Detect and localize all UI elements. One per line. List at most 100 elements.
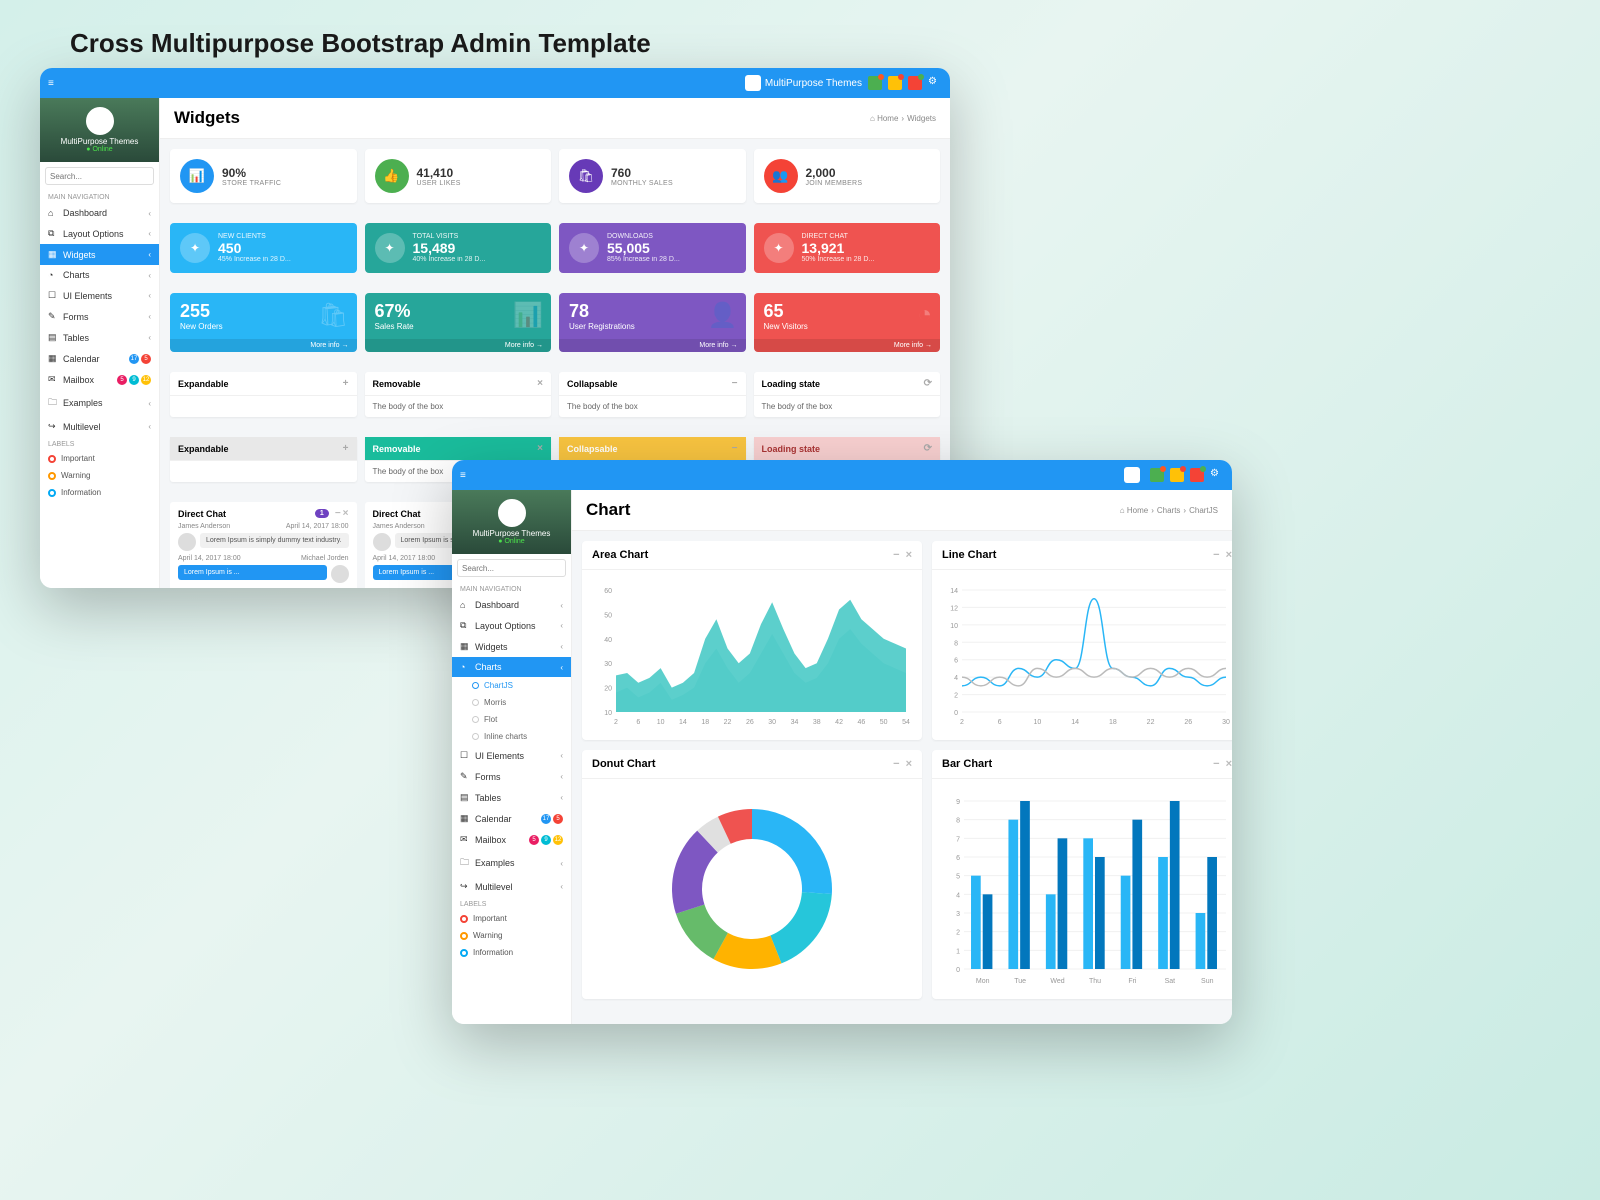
chat-date: April 14, 2017 18:00 bbox=[178, 555, 241, 562]
label-warning[interactable]: Warning bbox=[452, 927, 571, 944]
small-box: 67%Sales Rate📊More info → bbox=[365, 293, 552, 352]
sidebar-item-examples[interactable]: 🗀Examples‹ bbox=[40, 390, 159, 416]
close-icon[interactable]: × bbox=[906, 758, 912, 770]
sidebar-sub-inline charts[interactable]: Inline charts bbox=[452, 728, 571, 745]
close-icon[interactable]: × bbox=[906, 549, 912, 561]
nav-icon: ☐ bbox=[48, 290, 58, 301]
nav-icon: ✉ bbox=[48, 374, 58, 385]
more-info-link[interactable]: More info → bbox=[754, 339, 941, 352]
ring-icon bbox=[460, 932, 468, 940]
box-action-icon[interactable]: + bbox=[343, 378, 349, 389]
box-action-icon[interactable]: ⟳ bbox=[924, 378, 932, 389]
sidebar-item-charts[interactable]: ◔Charts‹ bbox=[452, 657, 571, 677]
sidebar-item-widgets[interactable]: ▦Widgets‹ bbox=[40, 244, 159, 265]
sidebar-item-ui-elements[interactable]: ☐UI Elements‹ bbox=[452, 745, 571, 766]
collapse-icon[interactable]: − bbox=[335, 508, 341, 519]
sidebar-item-charts[interactable]: ◔Charts‹ bbox=[40, 265, 159, 285]
info-title: DOWNLOADS bbox=[607, 233, 680, 240]
box-action-icon[interactable]: × bbox=[537, 443, 543, 454]
box-action-icon[interactable]: + bbox=[343, 443, 349, 454]
collapse-icon[interactable]: − bbox=[1213, 758, 1219, 770]
sidebar-item-mailbox[interactable]: ✉Mailbox5912 bbox=[452, 829, 571, 850]
collapse-icon[interactable]: − bbox=[893, 758, 899, 770]
user-avatar[interactable] bbox=[498, 499, 526, 527]
more-info-link[interactable]: More info → bbox=[170, 339, 357, 352]
sidebar-item-forms[interactable]: ✎Forms‹ bbox=[40, 306, 159, 327]
nav-icon: 🗀 bbox=[48, 395, 58, 411]
label-information[interactable]: Information bbox=[40, 484, 159, 501]
more-info-link[interactable]: More info → bbox=[559, 339, 746, 352]
mail-icon[interactable] bbox=[868, 76, 882, 90]
label-important[interactable]: Important bbox=[452, 910, 571, 927]
sidebar-item-tables[interactable]: ▤Tables‹ bbox=[40, 327, 159, 348]
sidebar-sub-chartjs[interactable]: ChartJS bbox=[452, 677, 571, 694]
sidebar-item-mailbox[interactable]: ✉Mailbox5912 bbox=[40, 369, 159, 390]
avatar[interactable] bbox=[745, 75, 761, 91]
label-warning[interactable]: Warning bbox=[40, 467, 159, 484]
sidebar-sub-morris[interactable]: Morris bbox=[452, 694, 571, 711]
sidebar-item-tables[interactable]: ▤Tables‹ bbox=[452, 787, 571, 808]
sidebar-item-multilevel[interactable]: ↪Multilevel‹ bbox=[40, 416, 159, 437]
box-title: Removable bbox=[373, 379, 421, 389]
svg-text:50: 50 bbox=[880, 719, 888, 726]
svg-text:38: 38 bbox=[813, 719, 821, 726]
box-title: Loading state bbox=[762, 444, 821, 454]
sidebar-item-multilevel[interactable]: ↪Multilevel‹ bbox=[452, 876, 571, 897]
sidebar-item-examples[interactable]: 🗀Examples‹ bbox=[452, 850, 571, 876]
svg-text:20: 20 bbox=[604, 686, 612, 693]
sidebar-item-layout-options[interactable]: ⧉Layout Options‹ bbox=[40, 223, 159, 244]
info-card: ✦DIRECT CHAT13,92150% Increase in 28 D..… bbox=[754, 223, 941, 273]
stat-icon: 📊 bbox=[180, 159, 214, 193]
nav-icon: ▦ bbox=[460, 813, 470, 824]
hamburger-icon[interactable]: ≡ bbox=[48, 78, 62, 89]
svg-text:4: 4 bbox=[954, 675, 958, 682]
box-body: The body of the box bbox=[754, 396, 941, 417]
sidebar-item-calendar[interactable]: ▦Calendar175 bbox=[452, 808, 571, 829]
label-information[interactable]: Information bbox=[452, 944, 571, 961]
more-info-link[interactable]: More info → bbox=[365, 339, 552, 352]
sidebar-item-forms[interactable]: ✎Forms‹ bbox=[452, 766, 571, 787]
sidebar-item-widgets[interactable]: ▦Widgets‹ bbox=[452, 636, 571, 657]
labels-header: LABELS bbox=[40, 437, 159, 450]
nav-label: Mailbox bbox=[475, 835, 506, 845]
gear-icon[interactable]: ⚙ bbox=[928, 76, 942, 90]
sidebar-item-dashboard[interactable]: ⌂Dashboard‹ bbox=[452, 595, 571, 615]
nav-icon: ⧉ bbox=[460, 620, 470, 631]
avatar[interactable] bbox=[1124, 467, 1140, 483]
hamburger-icon[interactable]: ≡ bbox=[460, 470, 474, 481]
close-icon[interactable]: × bbox=[1226, 758, 1232, 770]
box-action-icon[interactable]: × bbox=[537, 378, 543, 389]
box-action-icon[interactable]: − bbox=[732, 443, 738, 454]
stat-value: 41,410 bbox=[417, 166, 461, 180]
sidebar-sub-flot[interactable]: Flot bbox=[452, 711, 571, 728]
flag-icon[interactable] bbox=[908, 76, 922, 90]
search-input[interactable] bbox=[46, 172, 160, 181]
chat-date: April 14, 2017 18:00 bbox=[373, 555, 436, 562]
search-input[interactable] bbox=[458, 564, 572, 573]
sidebar-item-dashboard[interactable]: ⌂Dashboard‹ bbox=[40, 203, 159, 223]
collapse-icon[interactable]: − bbox=[1213, 549, 1219, 561]
gear-icon[interactable]: ⚙ bbox=[1210, 468, 1224, 482]
svg-text:30: 30 bbox=[1222, 719, 1230, 726]
close-icon[interactable]: × bbox=[343, 508, 349, 519]
info-icon: ✦ bbox=[764, 233, 794, 263]
collapse-icon[interactable]: − bbox=[893, 549, 899, 561]
label-important[interactable]: Important bbox=[40, 450, 159, 467]
nav-icon: 🗀 bbox=[460, 855, 470, 871]
mail-icon[interactable] bbox=[1150, 468, 1164, 482]
nav-label: Tables bbox=[475, 793, 501, 803]
box-expandable: Expandable+ bbox=[170, 372, 357, 417]
online-status: ● Online bbox=[86, 146, 112, 153]
sidebar-item-calendar[interactable]: ▦Calendar175 bbox=[40, 348, 159, 369]
box-action-icon[interactable]: − bbox=[732, 378, 738, 389]
bell-icon[interactable] bbox=[1170, 468, 1184, 482]
flag-icon[interactable] bbox=[1190, 468, 1204, 482]
bell-icon[interactable] bbox=[888, 76, 902, 90]
nav-icon: ▤ bbox=[48, 332, 58, 343]
sidebar-item-ui-elements[interactable]: ☐UI Elements‹ bbox=[40, 285, 159, 306]
sidebar-item-layout-options[interactable]: ⧉Layout Options‹ bbox=[452, 615, 571, 636]
box-action-icon[interactable]: ⟳ bbox=[924, 443, 932, 454]
user-avatar[interactable] bbox=[86, 107, 114, 135]
sidebar: MultiPurpose Themes ● Online 🔍 MAIN NAVI… bbox=[452, 490, 572, 1024]
close-icon[interactable]: × bbox=[1226, 549, 1232, 561]
